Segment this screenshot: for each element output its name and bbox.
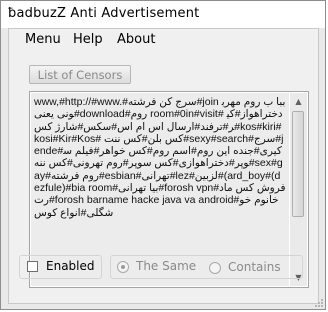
contains-radio[interactable] [209, 262, 221, 274]
menu-item-menu[interactable]: Menu [25, 32, 61, 47]
resize-grip-icon[interactable] [312, 296, 324, 308]
app-window: ƀadbuzZ Anti Advertisement Menu Help Abo… [0, 0, 326, 310]
the-same-radio[interactable] [117, 261, 129, 273]
title-bar[interactable]: ƀadbuzZ Anti Advertisement [1, 1, 325, 28]
client-area: Menu Help About List of Censors www,#htt… [8, 28, 319, 304]
menu-item-help[interactable]: Help [73, 32, 103, 47]
enabled-label[interactable]: Enabled [46, 259, 95, 273]
radio-selected-dot-icon [121, 265, 125, 269]
the-same-label[interactable]: The Same [136, 259, 196, 273]
menu-item-about[interactable]: About [117, 32, 155, 47]
menu-bar: Menu Help About [9, 29, 318, 51]
window-title: ƀadbuzZ Anti Advertisement [8, 6, 200, 21]
enabled-checkbox[interactable] [27, 261, 38, 272]
list-of-censors-button[interactable]: List of Censors [29, 65, 131, 84]
contains-label[interactable]: Contains [228, 260, 281, 274]
scroll-thumb[interactable] [292, 111, 304, 217]
scroll-up-arrow-icon[interactable]: ▲ [290, 93, 307, 110]
